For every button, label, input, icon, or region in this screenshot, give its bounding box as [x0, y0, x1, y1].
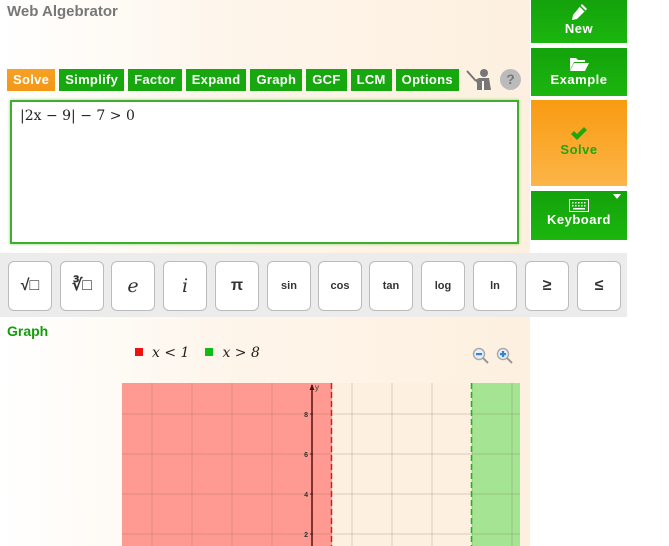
graph-plot[interactable]: y 2 4 6 8	[0, 0, 669, 546]
solution-region-0	[122, 383, 332, 546]
y-tick-label: 2	[304, 532, 308, 539]
solution-region-1	[472, 383, 520, 546]
y-axis-label: y	[315, 383, 319, 392]
y-tick-label: 8	[304, 412, 308, 419]
y-tick-label: 4	[304, 492, 308, 499]
y-tick-label: 6	[304, 452, 308, 459]
